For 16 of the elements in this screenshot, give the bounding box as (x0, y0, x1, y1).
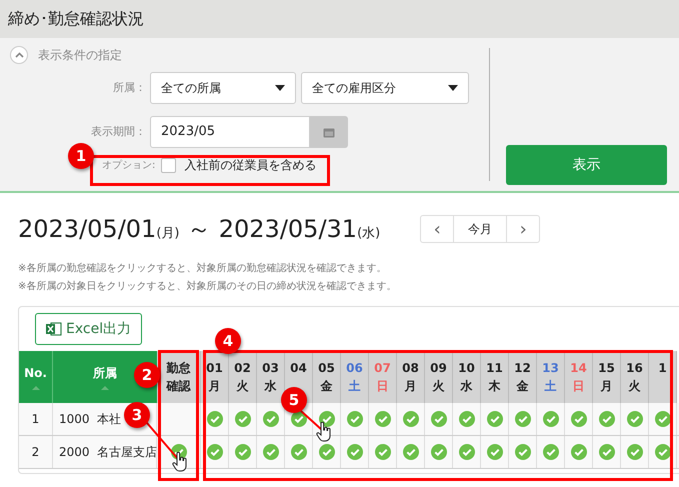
table-cell: 1 (19, 403, 53, 435)
option-text: 入社前の従業員を含める (184, 157, 316, 174)
dropdown-value: 全ての雇用区分 (312, 80, 396, 97)
field-label: 表示期間： (90, 124, 147, 140)
field-label: 所属： (112, 80, 147, 96)
section-label: 表示条件の指定 (38, 47, 122, 64)
callout-tooltip: 4 (215, 328, 241, 354)
table-cell: 2 (19, 436, 53, 468)
table-cell: 2000 名古屋支店 (53, 436, 157, 468)
option-label: オプション: (102, 158, 156, 172)
page-title: 締め･勤怠確認状況 (8, 8, 144, 30)
note-text: ※各所属の勤怠確認をクリックすると、対象所属の勤怠確認状況を確認できます。 (18, 262, 388, 276)
date-range: 2023/05/01(月) ～ 2023/05/31(水) (18, 214, 380, 245)
dropdown-value: 全ての所属 (161, 80, 221, 97)
field-value: 2023/05 (161, 123, 216, 142)
note-text: ※各所属の対象日をクリックすると、対象所属のその日の締め状況を確認できます。 (18, 280, 398, 294)
